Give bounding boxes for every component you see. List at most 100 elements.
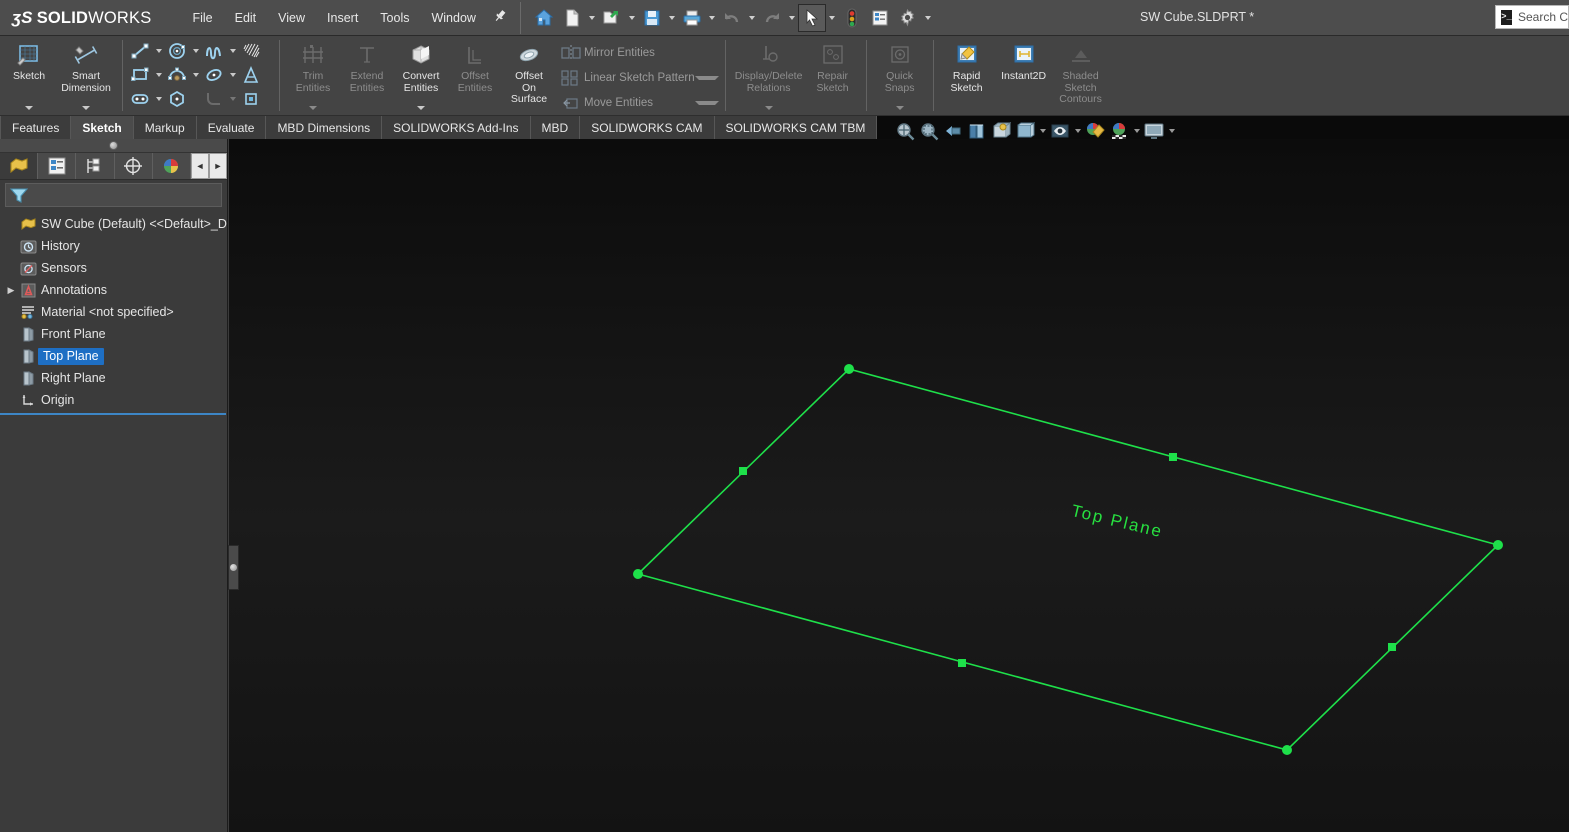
shaded-sketch-contours-button[interactable]: Shaded Sketch Contours	[1054, 38, 1108, 112]
ellipse-dropdown[interactable]	[227, 63, 238, 86]
slot-dropdown[interactable]	[153, 87, 164, 110]
select-dropdown[interactable]	[826, 4, 838, 32]
print-dropdown[interactable]	[706, 4, 718, 32]
trim-entities-dropdown-arrow[interactable]	[309, 106, 317, 110]
slot-icon[interactable]	[127, 87, 153, 110]
smart-dimension-dropdown-arrow[interactable]	[82, 106, 90, 110]
rebuild-icon[interactable]	[838, 4, 866, 32]
tab-features[interactable]: Features	[0, 116, 72, 139]
tab-mbd[interactable]: MBD	[530, 116, 581, 139]
search-box[interactable]: >_ Search C	[1495, 5, 1569, 29]
tab-markup[interactable]: Markup	[133, 116, 197, 139]
tree-item-origin[interactable]: Origin	[0, 389, 227, 411]
point-icon[interactable]	[238, 87, 264, 110]
ellipse-icon[interactable]	[201, 63, 227, 86]
tree-item-top-plane[interactable]: Top Plane	[0, 345, 227, 367]
sketch-fillet-icon[interactable]	[201, 87, 227, 110]
spline-icon[interactable]	[201, 39, 227, 62]
display-delete-relations-dropdown-arrow[interactable]	[764, 106, 773, 110]
tree-expander-annotations[interactable]: ▶	[4, 285, 18, 296]
linear-sketch-pattern-button[interactable]: Linear Sketch Pattern	[558, 66, 721, 89]
sketch-button[interactable]: Sketch	[2, 38, 56, 112]
tree-nav-next-button[interactable]: ►	[209, 153, 228, 179]
undo-dropdown[interactable]	[746, 4, 758, 32]
tree-item-right-plane[interactable]: Right Plane	[0, 367, 227, 389]
apply-scene-dropdown[interactable]	[1131, 119, 1142, 143]
redo-dropdown[interactable]	[786, 4, 798, 32]
line-icon[interactable]	[127, 39, 153, 62]
trim-entities-button[interactable]: Trim Entities	[286, 38, 340, 112]
hide-show-dropdown[interactable]	[1072, 119, 1083, 143]
view-orientation-screen-icon[interactable]	[1142, 119, 1166, 143]
tab-sketch[interactable]: Sketch	[71, 116, 134, 139]
quick-snaps-button[interactable]: Quick Snaps	[873, 38, 927, 112]
display-style-icon[interactable]	[1013, 119, 1037, 143]
tree-item-material[interactable]: Material <not specified>	[0, 301, 227, 323]
new-document-dropdown[interactable]	[586, 4, 598, 32]
options-gear-icon[interactable]	[894, 4, 922, 32]
panel-splitter[interactable]	[228, 545, 239, 590]
polygon-icon[interactable]	[164, 87, 190, 110]
tree-item-sensors[interactable]: Sensors	[0, 257, 227, 279]
tab-solidworks-cam-tbm[interactable]: SOLIDWORKS CAM TBM	[714, 116, 878, 139]
mirror-entities-button[interactable]: Mirror Entities	[558, 41, 721, 64]
rectangle-dropdown[interactable]	[153, 63, 164, 86]
menu-edit[interactable]: Edit	[224, 6, 268, 30]
pushpin-icon[interactable]	[487, 7, 517, 29]
new-document-icon[interactable]	[558, 4, 586, 32]
tree-item-front-plane[interactable]: Front Plane	[0, 323, 227, 345]
tab-solidworks-cam[interactable]: SOLIDWORKS CAM	[580, 116, 715, 139]
file-properties-icon[interactable]	[866, 4, 894, 32]
undo-icon[interactable]	[718, 4, 746, 32]
tab-evaluate[interactable]: Evaluate	[196, 116, 267, 139]
redo-icon[interactable]	[758, 4, 786, 32]
arc-dropdown[interactable]	[190, 63, 201, 86]
menu-insert[interactable]: Insert	[316, 6, 369, 30]
quick-snaps-dropdown-arrow[interactable]	[895, 106, 904, 110]
menu-window[interactable]: Window	[420, 6, 486, 30]
tree-item-history[interactable]: History	[0, 235, 227, 257]
sketch-fillet-dropdown[interactable]	[227, 87, 238, 110]
hatch-icon[interactable]	[238, 39, 264, 62]
property-manager-tab[interactable]	[38, 153, 77, 179]
options-dropdown[interactable]	[922, 4, 934, 32]
rapid-sketch-button[interactable]: Rapid Sketch	[940, 38, 994, 112]
menu-tools[interactable]: Tools	[369, 6, 420, 30]
open-document-dropdown[interactable]	[626, 4, 638, 32]
repair-sketch-button[interactable]: Repair Sketch	[806, 38, 860, 112]
save-dropdown[interactable]	[666, 4, 678, 32]
section-view-icon[interactable]	[965, 119, 989, 143]
move-entities-button[interactable]: Move Entities	[558, 91, 721, 114]
tab-mbd-dimensions[interactable]: MBD Dimensions	[266, 116, 383, 139]
tree-nav-prev-button[interactable]: ◄	[191, 153, 210, 179]
arc-icon[interactable]	[164, 63, 190, 86]
open-document-icon[interactable]	[598, 4, 626, 32]
instant2d-button[interactable]: Instant2D	[994, 38, 1054, 112]
zoom-to-area-icon[interactable]	[917, 119, 941, 143]
select-arrow-icon[interactable]	[797, 3, 826, 32]
graphics-area[interactable]: Top Plane	[229, 139, 1569, 832]
configuration-manager-tab[interactable]	[76, 153, 115, 179]
offset-on-surface-button[interactable]: Offset On Surface	[502, 38, 556, 112]
tab-solidworks-add-ins[interactable]: SOLIDWORKS Add-Ins	[382, 116, 531, 139]
convert-entities-button[interactable]: Convert Entities	[394, 38, 448, 112]
menu-file[interactable]: File	[181, 6, 223, 30]
panel-grip-handle[interactable]	[0, 139, 227, 153]
feature-tree-filter[interactable]	[5, 183, 222, 207]
line-dropdown[interactable]	[153, 39, 164, 62]
zoom-to-fit-icon[interactable]	[893, 119, 917, 143]
spline-dropdown[interactable]	[227, 39, 238, 62]
tree-item-top-plane-selected[interactable]: Top Plane	[38, 347, 104, 365]
extend-entities-button[interactable]: Extend Entities	[340, 38, 394, 112]
edit-appearance-icon[interactable]	[1083, 119, 1107, 143]
save-icon[interactable]	[638, 4, 666, 32]
smart-dimension-button[interactable]: Smart Dimension	[56, 38, 116, 112]
display-delete-relations-button[interactable]: Display/Delete Relations	[732, 38, 806, 112]
view-orientation-icon[interactable]	[989, 119, 1013, 143]
appearances-tab[interactable]	[153, 153, 192, 179]
tree-item-annotations[interactable]: ▶ Annotations	[0, 279, 227, 301]
move-entities-dropdown[interactable]	[694, 100, 719, 105]
hide-show-items-icon[interactable]	[1048, 119, 1072, 143]
convert-entities-dropdown-arrow[interactable]	[417, 106, 425, 110]
menu-view[interactable]: View	[267, 6, 316, 30]
